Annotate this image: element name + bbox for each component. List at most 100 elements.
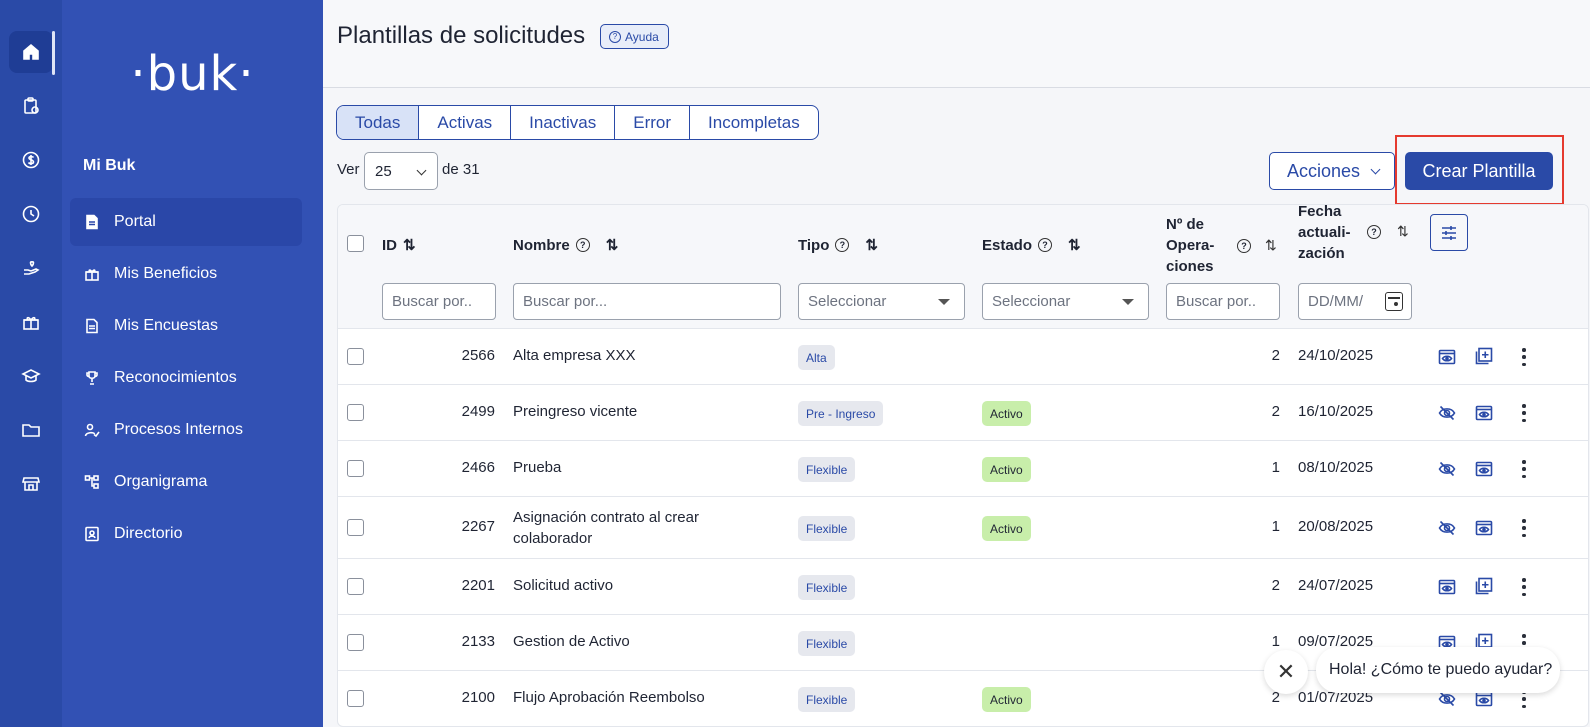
actions-dropdown-button[interactable]: Acciones xyxy=(1269,152,1395,190)
column-settings-button[interactable] xyxy=(1430,214,1468,251)
sidebar-item-reconocimientos[interactable]: Reconocimientos xyxy=(70,354,302,402)
type-badge: Flexible xyxy=(798,457,856,482)
per-page-value: 25 xyxy=(375,162,392,180)
filter-estado-select[interactable]: Seleccionar xyxy=(982,283,1149,320)
sliders-icon xyxy=(1442,225,1456,240)
row-checkbox[interactable] xyxy=(347,578,364,595)
tab-inactivas[interactable]: Inactivas xyxy=(511,106,616,139)
status-badge: Activo xyxy=(982,401,1031,426)
chat-bubble[interactable]: Hola! ¿Cómo te puedo ayudar? xyxy=(1316,647,1560,693)
more-options-icon[interactable] xyxy=(1521,578,1527,596)
tab-error[interactable]: Error xyxy=(615,106,691,139)
column-header-nombre[interactable]: Nombre ? ⇅ xyxy=(513,236,619,255)
filter-tipo-select[interactable]: Seleccionar xyxy=(798,283,965,320)
help-icon[interactable]: ? xyxy=(1237,239,1251,253)
select-all-checkbox[interactable] xyxy=(347,235,364,252)
sidebar-item-label: Mis Beneficios xyxy=(114,265,218,282)
filter-tipo-value: Seleccionar xyxy=(808,293,887,310)
main-content: Plantillas de solicitudes ? Ayuda Todas … xyxy=(323,0,1590,727)
eye-window-icon[interactable] xyxy=(1474,403,1494,423)
help-icon[interactable]: ? xyxy=(1367,225,1381,239)
row-checkbox[interactable] xyxy=(347,634,364,651)
sidebar-item-encuestas[interactable]: Mis Encuestas xyxy=(70,302,302,350)
sidebar-item-label: Directorio xyxy=(114,525,183,542)
column-label-line: zación xyxy=(1298,245,1345,262)
row-checkbox[interactable] xyxy=(347,348,364,365)
eye-off-icon[interactable] xyxy=(1437,459,1457,479)
filter-operaciones-input[interactable]: Buscar por.. xyxy=(1166,283,1280,320)
sort-icon[interactable]: ⇅ xyxy=(403,236,416,254)
filter-nombre-input[interactable]: Buscar por... xyxy=(513,283,781,320)
sort-icon[interactable]: ⇅ xyxy=(1068,236,1081,254)
folder-icon xyxy=(22,424,40,437)
more-options-icon[interactable] xyxy=(1521,348,1527,366)
status-tabs: Todas Activas Inactivas Error Incompleta… xyxy=(336,105,819,140)
gift-icon xyxy=(85,269,99,281)
column-header-fecha[interactable]: Fecha actuali- zación xyxy=(1298,205,1351,264)
rail-home[interactable] xyxy=(9,31,55,75)
buk-logo: ·buk· xyxy=(130,46,255,102)
sidebar-item-organigrama[interactable]: Organigrama xyxy=(70,458,302,506)
chat-close-button[interactable]: ✕ xyxy=(1264,650,1308,694)
per-page-select[interactable]: 25 xyxy=(364,152,438,190)
rail-store[interactable] xyxy=(9,463,53,505)
rail-payroll[interactable] xyxy=(9,139,53,181)
rail-documents[interactable] xyxy=(9,409,53,451)
row-checkbox[interactable] xyxy=(347,404,364,421)
help-label: Ayuda xyxy=(625,29,659,44)
actions-label: Acciones xyxy=(1287,160,1361,181)
add-square-icon[interactable] xyxy=(1474,576,1494,596)
column-header-tipo[interactable]: Tipo ? ⇅ xyxy=(798,236,878,255)
column-label: ID xyxy=(382,236,397,254)
more-options-icon[interactable] xyxy=(1521,460,1527,478)
help-icon[interactable]: ? xyxy=(575,238,590,252)
column-header-id[interactable]: ID ⇅ xyxy=(382,236,416,255)
eye-window-icon[interactable] xyxy=(1437,347,1457,367)
tab-activas[interactable]: Activas xyxy=(419,106,512,139)
row-checkbox[interactable] xyxy=(347,690,364,707)
more-options-icon[interactable] xyxy=(1521,519,1527,537)
help-icon[interactable]: ? xyxy=(1038,238,1053,252)
hand-heart-icon xyxy=(24,261,40,275)
tab-todas[interactable]: Todas xyxy=(337,106,420,139)
column-label-line: actuali- xyxy=(1298,224,1351,241)
sidebar-item-procesos[interactable]: Procesos Internos xyxy=(70,406,302,454)
help-icon[interactable]: ? xyxy=(835,238,850,252)
filter-fecha-input[interactable]: DD/MM/ xyxy=(1298,283,1412,320)
sort-icon[interactable]: ⇅ xyxy=(1265,237,1277,254)
help-button[interactable]: ? Ayuda xyxy=(600,24,669,49)
rail-attendance[interactable] xyxy=(9,193,53,235)
rail-benefits[interactable] xyxy=(9,301,53,343)
sort-icon[interactable]: ⇅ xyxy=(1397,223,1409,240)
rail-wellbeing[interactable] xyxy=(9,247,53,289)
sidebar-item-directorio[interactable]: Directorio xyxy=(70,510,302,558)
create-template-button[interactable]: Crear Plantilla xyxy=(1405,152,1553,190)
status-badge: Activo xyxy=(982,457,1031,482)
sort-icon[interactable]: ⇅ xyxy=(606,236,619,254)
rail-learning[interactable] xyxy=(9,355,53,397)
calendar-icon[interactable] xyxy=(1385,292,1403,311)
eye-off-icon[interactable] xyxy=(1437,518,1457,538)
help-icon: ? xyxy=(609,30,621,43)
cell-fecha: 24/07/2025 xyxy=(1298,577,1374,594)
filter-id-input[interactable]: Buscar por.. xyxy=(382,283,496,320)
row-checkbox[interactable] xyxy=(347,460,364,477)
eye-window-icon[interactable] xyxy=(1437,577,1457,597)
column-header-estado[interactable]: Estado ? ⇅ xyxy=(982,236,1081,255)
add-square-icon[interactable] xyxy=(1474,346,1494,366)
sidebar-item-label: Reconocimientos xyxy=(114,369,237,386)
more-options-icon[interactable] xyxy=(1521,404,1527,422)
rail-requests[interactable] xyxy=(9,85,53,127)
row-checkbox[interactable] xyxy=(347,519,364,536)
eye-window-icon[interactable] xyxy=(1474,459,1494,479)
sort-icon[interactable]: ⇅ xyxy=(865,236,878,254)
eye-off-icon[interactable] xyxy=(1437,403,1457,423)
chevron-down-icon xyxy=(416,165,427,176)
clock-icon xyxy=(22,205,40,223)
sidebar: ·buk· Mi Buk Portal Mis Beneficios Mis E… xyxy=(62,0,323,727)
sidebar-item-beneficios[interactable]: Mis Beneficios xyxy=(70,250,302,298)
column-header-operaciones[interactable]: Nº de Opera- ciones xyxy=(1166,214,1214,277)
sidebar-item-portal[interactable]: Portal xyxy=(70,198,302,246)
tab-incompletas[interactable]: Incompletas xyxy=(690,106,818,139)
eye-window-icon[interactable] xyxy=(1474,518,1494,538)
